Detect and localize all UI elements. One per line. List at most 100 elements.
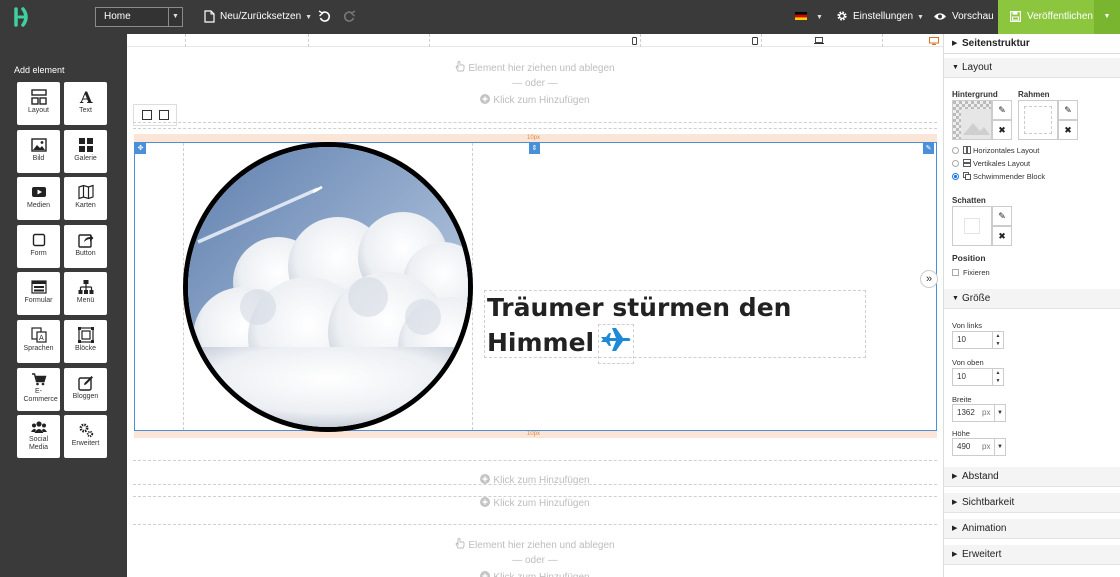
redo-button[interactable] bbox=[343, 0, 361, 34]
sidebar-item-form[interactable]: Form bbox=[17, 225, 60, 268]
edit-pencil-icon[interactable]: ✎ bbox=[923, 143, 934, 154]
sidebar-item-menu[interactable]: Menü bbox=[64, 272, 107, 315]
sidebar-item-layout[interactable]: Layout bbox=[17, 82, 60, 125]
sidebar-item-advanced[interactable]: Erweitert bbox=[64, 415, 107, 458]
move-icon[interactable]: ✥ bbox=[135, 143, 146, 154]
layout-header[interactable]: ▼ Layout bbox=[944, 58, 1120, 78]
sidebar-item-social-media[interactable]: Social Media bbox=[17, 415, 60, 458]
from-top-label: Von oben bbox=[952, 358, 984, 367]
document-icon bbox=[204, 10, 215, 23]
sidebar-item-label: Menü bbox=[76, 297, 95, 304]
preview-button[interactable]: Vorschau bbox=[933, 0, 994, 34]
page-select[interactable]: Home ▼ bbox=[95, 7, 183, 27]
sidebar-item-label: Karten bbox=[75, 202, 96, 209]
editor-canvas[interactable]: Element hier ziehen und ablegen — oder —… bbox=[127, 34, 943, 577]
from-left-label: Von links bbox=[952, 321, 983, 330]
stepper-icon[interactable]: ▲ ▼ bbox=[992, 332, 1003, 348]
border-label: Rahmen bbox=[1018, 90, 1050, 99]
from-top-input[interactable]: 10 ▲ ▼ bbox=[952, 368, 1004, 386]
sidebar-item-media[interactable]: Medien bbox=[17, 177, 60, 220]
plus-circle-icon bbox=[480, 497, 491, 507]
spacing-label: Abstand bbox=[962, 471, 999, 482]
publish-button[interactable]: Veröffentlichen bbox=[998, 0, 1094, 34]
sidebar-item-button[interactable]: Button bbox=[64, 225, 107, 268]
stepper-icon[interactable]: ▲ ▼ bbox=[992, 369, 1003, 385]
eye-icon bbox=[934, 13, 946, 20]
spacing-header[interactable]: ▶ Abstand bbox=[944, 467, 1120, 487]
resize-vertical-icon[interactable]: ⇕ bbox=[529, 143, 540, 154]
map-icon bbox=[77, 184, 94, 200]
animation-header[interactable]: ▶ Animation bbox=[944, 519, 1120, 539]
unit-dropdown-icon[interactable]: ▼ bbox=[994, 405, 1005, 421]
page-structure-label: Seitenstruktur bbox=[962, 38, 1030, 49]
radio-horizontal-layout[interactable] bbox=[952, 147, 959, 154]
size-header[interactable]: ▼ Größe bbox=[944, 289, 1120, 309]
click-add-label: Klick zum Hinzufügen bbox=[493, 572, 589, 577]
drop-zone-top[interactable]: Element hier ziehen und ablegen bbox=[127, 61, 943, 74]
sidebar-item-image[interactable]: Bild bbox=[17, 130, 60, 173]
language-select[interactable]: ▼ bbox=[795, 0, 823, 34]
settings-button[interactable]: Einstellungen ▼ bbox=[836, 0, 924, 34]
logo-icon[interactable] bbox=[10, 5, 34, 29]
edit-border-button[interactable]: ✎ bbox=[1058, 100, 1078, 120]
sidebar-item-maps[interactable]: Karten bbox=[64, 177, 107, 220]
width-input[interactable]: 1362 px ▼ bbox=[952, 404, 1006, 422]
edit-background-button[interactable]: ✎ bbox=[992, 100, 1012, 120]
page-structure-header[interactable]: ▶ Seitenstruktur bbox=[944, 34, 1120, 54]
new-reset-button[interactable]: Neu/Zurücksetzen ▼ bbox=[204, 0, 312, 34]
fix-checkbox[interactable] bbox=[952, 269, 959, 276]
height-input[interactable]: 490 px ▼ bbox=[952, 438, 1006, 456]
full-width-icon[interactable] bbox=[159, 110, 169, 120]
sidebar-item-text[interactable]: A Text bbox=[64, 82, 107, 125]
desktop-icon[interactable] bbox=[929, 37, 939, 45]
remove-border-button[interactable]: ✖ bbox=[1058, 120, 1078, 140]
click-add-top[interactable]: Klick zum Hinzufügen bbox=[127, 94, 943, 106]
chevron-right-icon: ▶ bbox=[952, 525, 958, 532]
publish-options-button[interactable]: ▼ bbox=[1094, 0, 1120, 34]
laptop-icon[interactable] bbox=[814, 37, 824, 44]
border-preview[interactable] bbox=[1018, 100, 1058, 140]
click-add-section-2[interactable]: Klick zum Hinzufügen bbox=[127, 497, 943, 509]
sidebar-item-blog[interactable]: Bloggen bbox=[64, 368, 107, 411]
remove-background-button[interactable]: ✖ bbox=[992, 120, 1012, 140]
blocks-icon bbox=[77, 327, 94, 343]
advanced-header[interactable]: ▶ Erweitert bbox=[944, 545, 1120, 565]
button-icon bbox=[77, 234, 93, 248]
drop-zone-bottom[interactable]: Element hier ziehen und ablegen bbox=[127, 538, 943, 551]
headline-text[interactable]: Träumer stürmen den Himmel bbox=[484, 290, 866, 364]
sidebar-item-gallery[interactable]: Galerie bbox=[64, 130, 107, 173]
unit-dropdown-icon[interactable]: ▼ bbox=[994, 439, 1005, 455]
edit-shadow-button[interactable]: ✎ bbox=[992, 206, 1012, 226]
click-add-bottom[interactable]: Klick zum Hinzufügen bbox=[127, 571, 943, 577]
ruler-divider bbox=[429, 34, 430, 47]
expand-right-icon[interactable]: » bbox=[920, 270, 938, 288]
from-left-input[interactable]: 10 ▲ ▼ bbox=[952, 331, 1004, 349]
undo-icon bbox=[318, 10, 331, 22]
shadow-preview[interactable] bbox=[952, 206, 992, 246]
tablet-icon[interactable] bbox=[752, 37, 758, 45]
undo-button[interactable] bbox=[318, 0, 336, 34]
cloud-picture bbox=[188, 147, 468, 427]
sidebar-item-label: Sprachen bbox=[23, 345, 54, 352]
form-icon bbox=[32, 233, 45, 247]
visibility-header[interactable]: ▶ Sichtbarkeit bbox=[944, 493, 1120, 513]
phone-icon[interactable] bbox=[632, 37, 637, 45]
align-icon[interactable] bbox=[142, 110, 152, 120]
sidebar-item-blocks[interactable]: Blöcke bbox=[64, 320, 107, 363]
sidebar-item-formular[interactable]: Formular bbox=[17, 272, 60, 315]
sidebar-item-languages[interactable]: A Sprachen bbox=[17, 320, 60, 363]
new-reset-label: Neu/Zurücksetzen bbox=[220, 11, 302, 22]
shadow-sample bbox=[964, 218, 980, 234]
add-element-sidebar: Add element Layout A Text Bild Galerie M… bbox=[0, 34, 127, 577]
sidebar-item-label: Button bbox=[75, 250, 96, 257]
radio-vertical-layout[interactable] bbox=[952, 160, 959, 167]
radio-floating-block[interactable] bbox=[952, 173, 959, 180]
advanced-label: Erweitert bbox=[962, 549, 1002, 560]
cloud-image[interactable] bbox=[183, 142, 473, 432]
background-preview[interactable] bbox=[952, 100, 992, 140]
page-select-value: Home bbox=[104, 11, 131, 22]
ruler-divider bbox=[882, 34, 883, 47]
svg-text:A: A bbox=[39, 334, 44, 342]
sidebar-item-ecommerce[interactable]: E-Commerce bbox=[17, 368, 60, 411]
remove-shadow-button[interactable]: ✖ bbox=[992, 226, 1012, 246]
